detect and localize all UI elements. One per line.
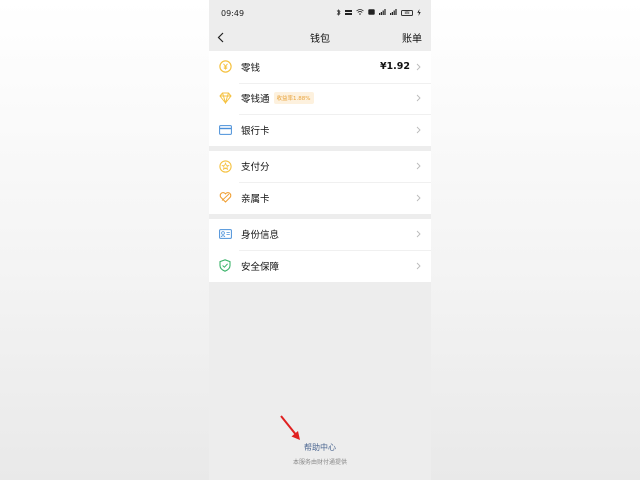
list-item-bank-card[interactable]: 银行卡 [209,114,431,146]
chevron-right-icon [416,62,422,71]
family-card-icon [218,191,232,205]
bluetooth-icon [336,8,341,18]
list-item-label: 支付分 [241,162,270,174]
list-item-change[interactable]: 零钱 ¥1.92 [209,51,431,83]
list-item-label: 零钱 [241,62,261,74]
back-icon[interactable] [217,31,227,43]
page-title: 钱包 [310,33,330,45]
charging-icon [417,8,421,18]
hd-icon [368,9,375,17]
list-item-security[interactable]: 安全保障 [209,250,431,282]
list-item-identity-info[interactable]: 身份信息 [209,219,431,251]
chevron-right-icon [416,261,422,270]
list-item-label: 零钱通 [241,94,270,106]
list-item-family-card[interactable]: 亲属卡 [209,182,431,214]
chevron-right-icon [416,94,422,103]
yield-rate-badge: 收益率1.88% [273,92,314,105]
change-balance: ¥1.92 [379,61,410,73]
footer: 帮助中心 本服务由财付通提供 [209,442,431,466]
bill-button[interactable]: 账单 [402,30,422,45]
id-card-icon [218,227,232,241]
wallet-group-3: 身份信息 安全保障 [209,218,431,282]
list-item-lingqiantong[interactable]: 零钱通 收益率1.88% [209,82,431,115]
list-item-label: 安全保障 [241,261,280,273]
help-center-link[interactable]: 帮助中心 [209,442,431,453]
nav-bar: 钱包 账单 [209,26,431,48]
star-score-icon [218,159,232,173]
chevron-right-icon [416,230,422,239]
chevron-right-icon [416,125,422,134]
status-icons: 88 [336,8,421,18]
shield-check-icon [218,259,232,273]
list-item-label: 银行卡 [241,125,270,137]
list-item-pay-score[interactable]: 支付分 [209,151,431,183]
list-item-label: 亲属卡 [241,193,270,205]
wallet-group-1: 零钱 ¥1.92 零钱通 收益率1.88% 银行卡 [209,51,431,146]
provider-text: 本服务由财付通提供 [292,459,347,466]
status-bar: 09:49 88 [209,0,431,26]
red-arrow-annotation [280,415,300,440]
diamond-icon [218,91,232,105]
chevron-right-icon [416,193,422,202]
signal-speed-icon [345,9,352,18]
wifi-icon [356,9,364,17]
battery-icon: 88 [401,10,413,16]
wallet-group-2: 支付分 亲属卡 [209,150,431,214]
status-time: 09:49 [221,8,245,18]
chevron-right-icon [416,162,422,171]
bank-card-icon [218,123,232,137]
phone-screen: 09:49 88 钱包 账单 零钱 ¥1.92 零钱通 收益率1.88% 银行卡… [209,0,431,480]
cell-signal-icon-1 [379,9,386,17]
list-item-label: 身份信息 [241,230,280,242]
cell-signal-icon-2 [390,9,397,17]
yuan-coin-icon [218,60,232,74]
